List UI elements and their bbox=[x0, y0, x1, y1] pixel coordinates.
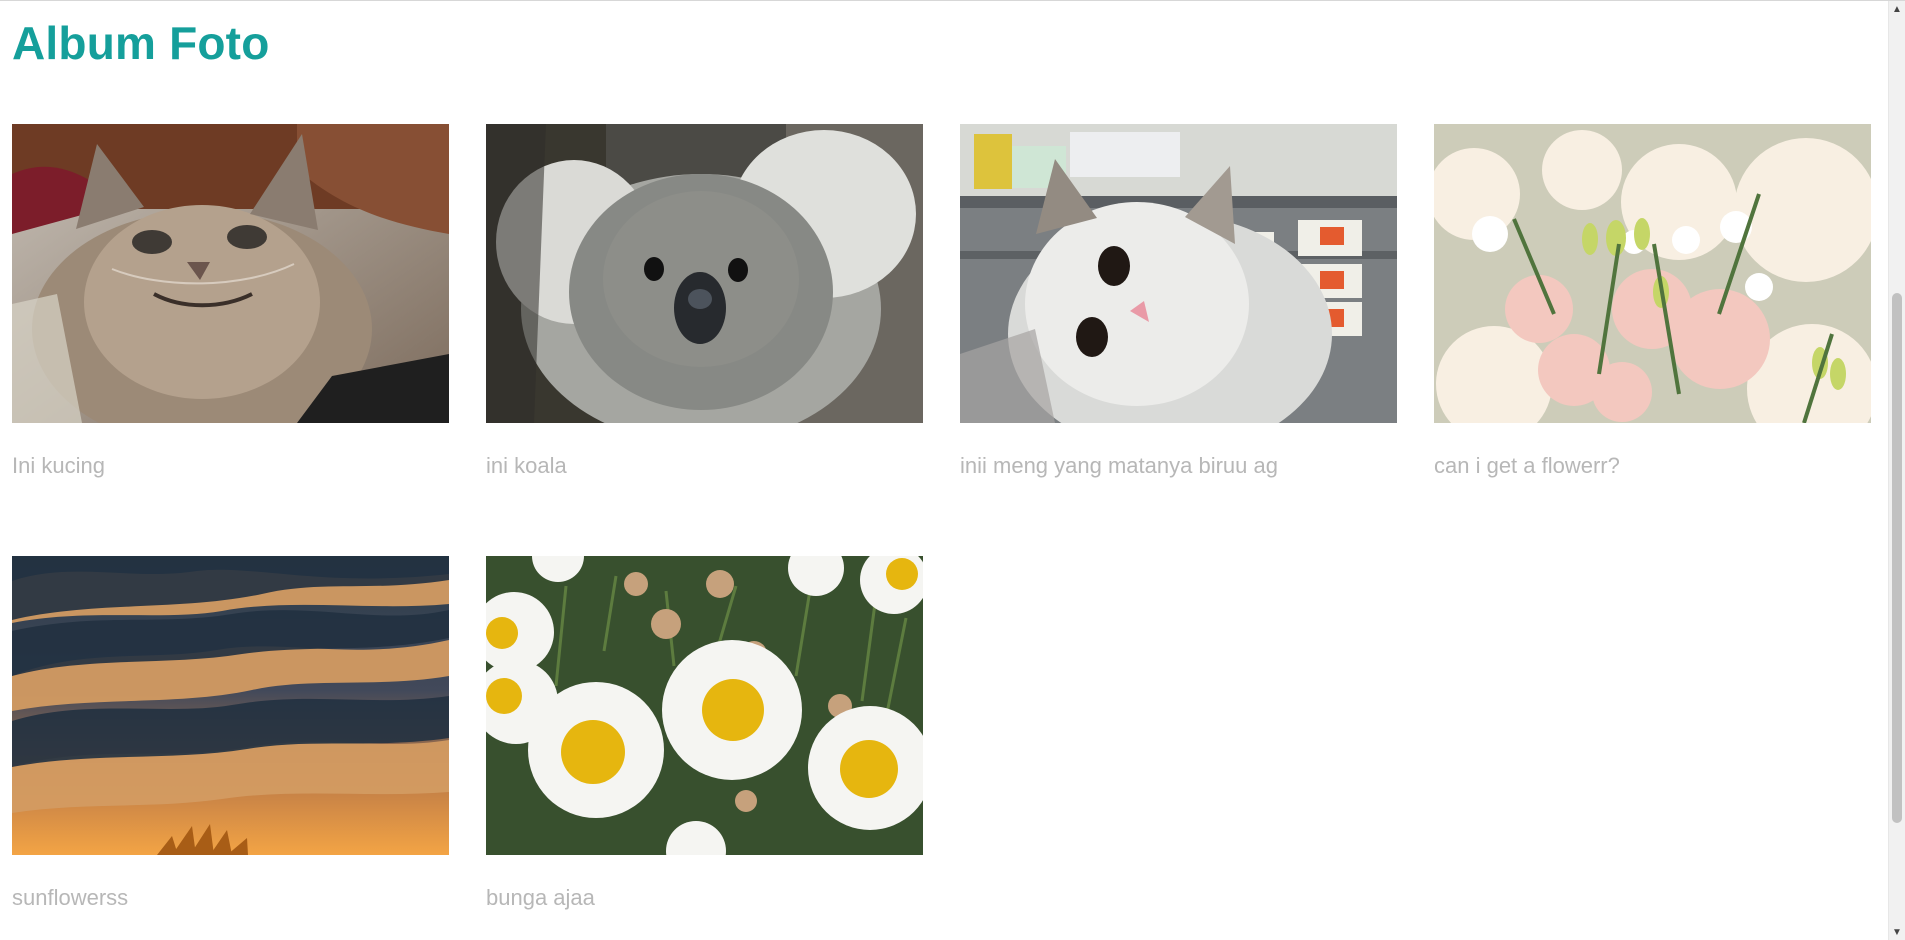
daisy-photo-link[interactable] bbox=[486, 556, 923, 855]
daisy-image bbox=[486, 556, 923, 855]
photo-card: ini koala bbox=[486, 124, 923, 491]
photo-card: bunga ajaa bbox=[486, 556, 923, 923]
flower-bouquet-image bbox=[1434, 124, 1871, 423]
flower-photo-link[interactable] bbox=[1434, 124, 1871, 423]
koala-image bbox=[486, 124, 923, 423]
chevron-down-icon[interactable]: ▼ bbox=[1889, 924, 1905, 940]
photo-caption: can i get a flowerr? bbox=[1434, 453, 1620, 478]
page-title: Album Foto bbox=[12, 17, 270, 69]
chevron-up-icon[interactable]: ▲ bbox=[1889, 1, 1905, 18]
scrollbar-thumb[interactable] bbox=[1892, 293, 1902, 823]
photo-caption: inii meng yang matanya biruu ag bbox=[960, 453, 1278, 478]
photo-caption: ini koala bbox=[486, 453, 567, 478]
album-page: Album Foto Ini kucing ini koala inii men… bbox=[0, 0, 1905, 940]
photo-card: inii meng yang matanya biruu ag bbox=[960, 124, 1397, 491]
koala-photo-link[interactable] bbox=[486, 124, 923, 423]
cat-photo-link[interactable] bbox=[12, 124, 449, 423]
photo-caption: bunga ajaa bbox=[486, 885, 595, 910]
vertical-scrollbar[interactable]: ▲ ▼ bbox=[1888, 1, 1905, 940]
white-cat-photo-link[interactable] bbox=[960, 124, 1397, 423]
photo-caption: Ini kucing bbox=[12, 453, 105, 478]
white-cat-image bbox=[960, 124, 1397, 423]
photo-caption: sunflowerss bbox=[12, 885, 129, 910]
photo-card: can i get a flowerr? bbox=[1434, 124, 1871, 491]
photo-card: Ini kucing bbox=[12, 124, 449, 491]
photo-grid: Ini kucing ini koala inii meng yang mata… bbox=[12, 124, 1872, 923]
photo-card: sunflowerss bbox=[12, 556, 449, 923]
tabby-cat-image bbox=[12, 124, 449, 423]
sunset-sunflower-image bbox=[12, 556, 449, 855]
sunflower-photo-link[interactable] bbox=[12, 556, 449, 855]
